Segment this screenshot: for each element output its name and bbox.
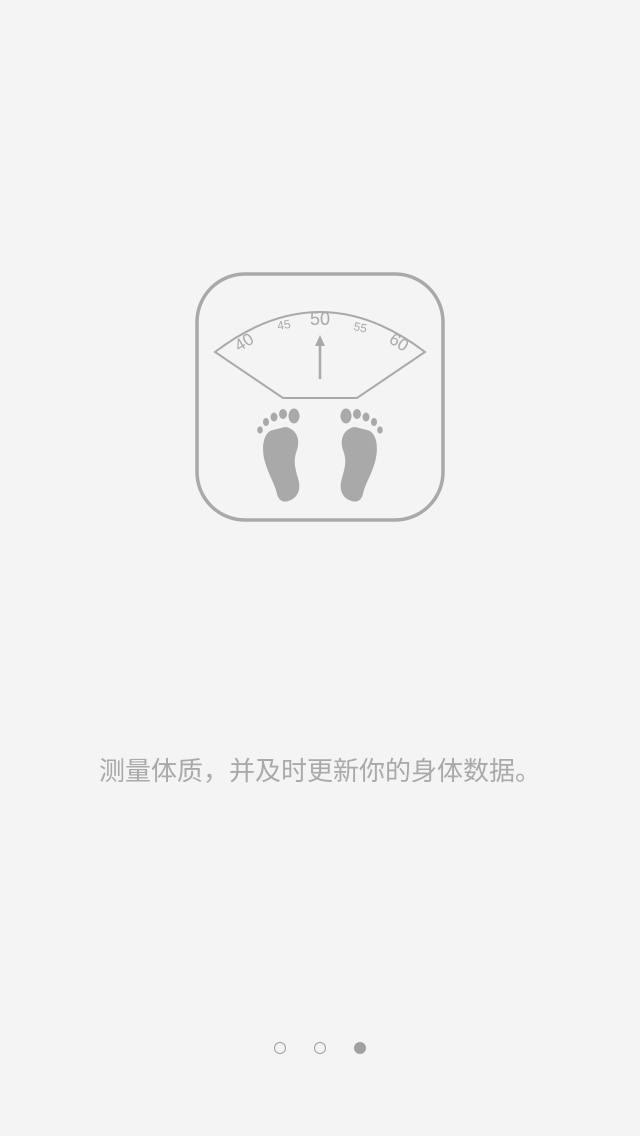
dial-tick-40: 40 bbox=[231, 329, 257, 355]
right-footprint bbox=[340, 408, 383, 502]
needle-arrow-icon bbox=[315, 335, 325, 379]
bathroom-scale-icon: 40 45 50 55 60 bbox=[195, 272, 445, 522]
dial-tick-50: 50 bbox=[310, 309, 330, 329]
dial-tick-60: 60 bbox=[386, 329, 412, 355]
page-dot-2[interactable] bbox=[314, 1042, 326, 1054]
onboarding-caption: 测量体质，并及时更新你的身体数据。 bbox=[98, 757, 541, 787]
page-dot-1[interactable] bbox=[274, 1042, 286, 1054]
dial-tick-55: 55 bbox=[352, 319, 368, 336]
page-dot-3-active[interactable] bbox=[354, 1042, 366, 1054]
left-footprint bbox=[257, 408, 300, 502]
onboarding-screen: 40 45 50 55 60 测量体质，并及时更新你的身体数据。 bbox=[0, 0, 640, 1136]
footprints-icon bbox=[257, 408, 383, 502]
dial-tick-45: 45 bbox=[276, 317, 292, 333]
page-indicator bbox=[0, 1042, 640, 1058]
